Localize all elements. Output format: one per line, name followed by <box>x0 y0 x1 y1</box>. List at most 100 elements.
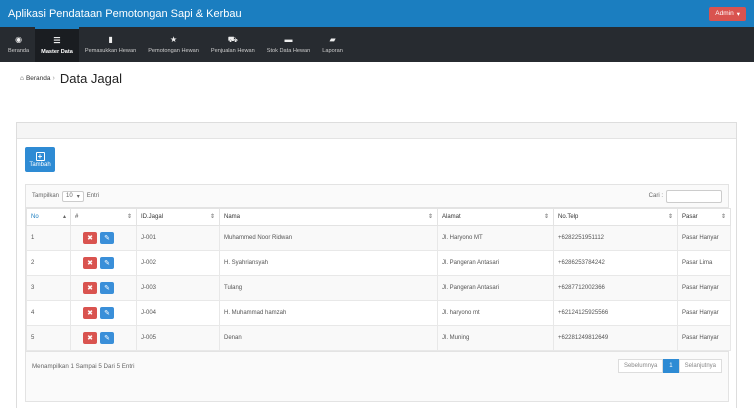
edit-button[interactable]: ✎ <box>100 332 114 344</box>
cell-no: 5 <box>26 325 71 351</box>
edit-button[interactable]: ✎ <box>100 232 114 244</box>
add-button[interactable]: + Tambah <box>25 147 55 172</box>
column-header-alamat[interactable]: Alamat ⇕ <box>437 208 554 226</box>
table-header-row: No ▴ # ⇕ ID.Jagal ⇕ Nama ⇕ Alamat ⇕ No.Telp ⇕ … <box>26 208 731 226</box>
cell-nama: Denan <box>219 325 438 351</box>
nav-item-label: Pemotongan Hewan <box>148 47 199 54</box>
search-label: Cari : <box>648 193 663 199</box>
cell-alamat: Jl. Pangeran Antasari <box>437 275 554 301</box>
prev-page-button[interactable]: Sebelumnya <box>617 359 664 373</box>
star-icon: ★ <box>169 34 178 44</box>
table-toolbar: Tampilkan 10 ▾ Entri Cari : <box>26 185 728 208</box>
trash-icon: ✖ <box>87 335 93 342</box>
nav-item-master-data[interactable]: ☰ Master Data <box>35 27 79 62</box>
nav-item-label: Penjualan Hewan <box>210 47 255 54</box>
table-footer: Menampilkan 1 Sampai 5 Dari 5 Entri Sebe… <box>26 351 728 380</box>
nav-item-label: Pemasukkan Hewan <box>84 47 137 54</box>
trash-icon: ✖ <box>87 285 93 292</box>
delete-button[interactable]: ✖ <box>83 307 97 319</box>
trash-icon: ✖ <box>87 310 93 317</box>
table-row: 1 ✖ ✎ J-001 Muhammed Noor Ridwan Jl. Hary… <box>26 225 731 251</box>
delete-button[interactable]: ✖ <box>83 282 97 294</box>
sort-icon: ⇕ <box>427 214 433 220</box>
sort-icon: ⇕ <box>209 214 215 220</box>
nav-item-penjualan-hewan[interactable]: ⛟ Penjualan Hewan <box>205 27 261 62</box>
edit-icon: ✎ <box>104 285 110 292</box>
cell-pasar: Pasar Hanyar <box>677 300 731 326</box>
user-menu-button[interactable]: Admin ▾ <box>709 6 746 21</box>
table-info: Menampilkan 1 Sampai 5 Dari 5 Entri <box>32 362 135 370</box>
caret-down-icon: ▾ <box>736 10 740 18</box>
cell-pasar: Pasar Hanyar <box>677 225 731 251</box>
dashboard-icon: ◉ <box>15 34 23 44</box>
pagination: Sebelumnya 1 Selanjutnya <box>617 359 722 373</box>
cell-no: 2 <box>26 250 71 276</box>
nav-item-pemotongan-hewan[interactable]: ★ Pemotongan Hewan <box>142 27 205 62</box>
page-length-select[interactable]: 10 ▾ <box>62 190 84 202</box>
cell-no: 3 <box>26 275 71 301</box>
search-input[interactable] <box>666 189 722 203</box>
cart-icon: ⛟ <box>227 34 238 44</box>
cell-id-jagal: J-003 <box>136 275 220 301</box>
table-row: 2 ✖ ✎ J-002 H. Syahriansyah Jl. Pangeran … <box>26 250 731 276</box>
column-header-action[interactable]: # ⇕ <box>70 208 137 226</box>
cell-pasar: Pasar Hanyar <box>677 325 731 351</box>
page-header: ⌂ Beranda › Data Jagal <box>0 62 754 94</box>
breadcrumb-home-link[interactable]: Beranda <box>26 75 51 82</box>
edit-button[interactable]: ✎ <box>100 257 114 269</box>
cell-actions: ✖ ✎ <box>70 225 137 251</box>
cell-no-telp: +62281249812649 <box>553 325 678 351</box>
delete-button[interactable]: ✖ <box>83 232 97 244</box>
cell-id-jagal: J-005 <box>136 325 220 351</box>
cell-nama: Tulang <box>219 275 438 301</box>
nav-item-beranda[interactable]: ◉ Beranda <box>2 27 35 62</box>
cell-id-jagal: J-004 <box>136 300 220 326</box>
edit-button[interactable]: ✎ <box>100 307 114 319</box>
user-menu-label: Admin <box>715 10 734 17</box>
cell-no: 1 <box>26 225 71 251</box>
column-header-no[interactable]: No ▴ <box>26 208 71 226</box>
nav-item-pemasukkan-hewan[interactable]: ▮ Pemasukkan Hewan <box>79 27 142 62</box>
nav-item-label: Master Data <box>41 48 73 55</box>
column-header-no-telp[interactable]: No.Telp ⇕ <box>553 208 678 226</box>
breadcrumb: ⌂ Beranda › <box>20 75 55 82</box>
sort-icon: ⇕ <box>720 214 726 220</box>
cell-actions: ✖ ✎ <box>70 325 137 351</box>
table-row: 5 ✖ ✎ J-005 Denan Jl. Muning +62281249812… <box>26 325 731 351</box>
page-title: Data Jagal <box>59 70 123 86</box>
cell-alamat: Jl. haryono mt <box>437 300 554 326</box>
cell-nama: Muhammed Noor Ridwan <box>219 225 438 251</box>
cell-id-jagal: J-002 <box>136 250 220 276</box>
page-length-prefix: Tampilkan <box>32 193 60 199</box>
content-panel: + Tambah Tampilkan 10 ▾ Entri Cari : No … <box>16 122 737 408</box>
cell-actions: ✖ ✎ <box>70 275 137 301</box>
column-header-id-jagal[interactable]: ID.Jagal ⇕ <box>136 208 220 226</box>
trash-icon: ✖ <box>87 235 93 242</box>
file-icon: ▮ <box>108 34 113 44</box>
table-row: 3 ✖ ✎ J-003 Tulang Jl. Pangeran Antasari … <box>26 275 731 301</box>
sort-icon: ⇕ <box>543 214 549 220</box>
page-length-value: 10 <box>66 192 73 199</box>
cell-nama: H. Syahriansyah <box>219 250 438 276</box>
sort-icon: ⇕ <box>667 214 673 220</box>
column-header-pasar[interactable]: Pasar ⇕ <box>677 208 731 226</box>
cell-no-telp: +6286253784242 <box>553 250 678 276</box>
nav-item-label: Laporan <box>322 47 343 54</box>
app-header: Aplikasi Pendataan Pemotongan Sapi & Ker… <box>0 0 754 27</box>
sort-icon: ⇕ <box>126 214 132 220</box>
cell-alamat: Jl. Pangeran Antasari <box>437 250 554 276</box>
column-header-nama[interactable]: Nama ⇕ <box>219 208 438 226</box>
jagal-table: No ▴ # ⇕ ID.Jagal ⇕ Nama ⇕ Alamat ⇕ No.Telp ⇕ … <box>26 208 731 351</box>
page-button-1[interactable]: 1 <box>663 359 679 373</box>
cell-no-telp: +62124125925566 <box>553 300 678 326</box>
edit-button[interactable]: ✎ <box>100 282 114 294</box>
delete-button[interactable]: ✖ <box>83 257 97 269</box>
nav-item-laporan[interactable]: ▰ Laporan <box>316 27 349 62</box>
delete-button[interactable]: ✖ <box>83 332 97 344</box>
home-icon: ⌂ <box>20 74 24 82</box>
plus-icon: + <box>35 151 45 161</box>
breadcrumb-separator-icon: › <box>52 74 55 82</box>
next-page-button[interactable]: Selanjutnya <box>678 359 722 373</box>
nav-item-stok-data-hewan[interactable]: ▬ Stok Data Hewan <box>261 27 317 62</box>
sort-asc-icon: ▴ <box>62 214 66 220</box>
